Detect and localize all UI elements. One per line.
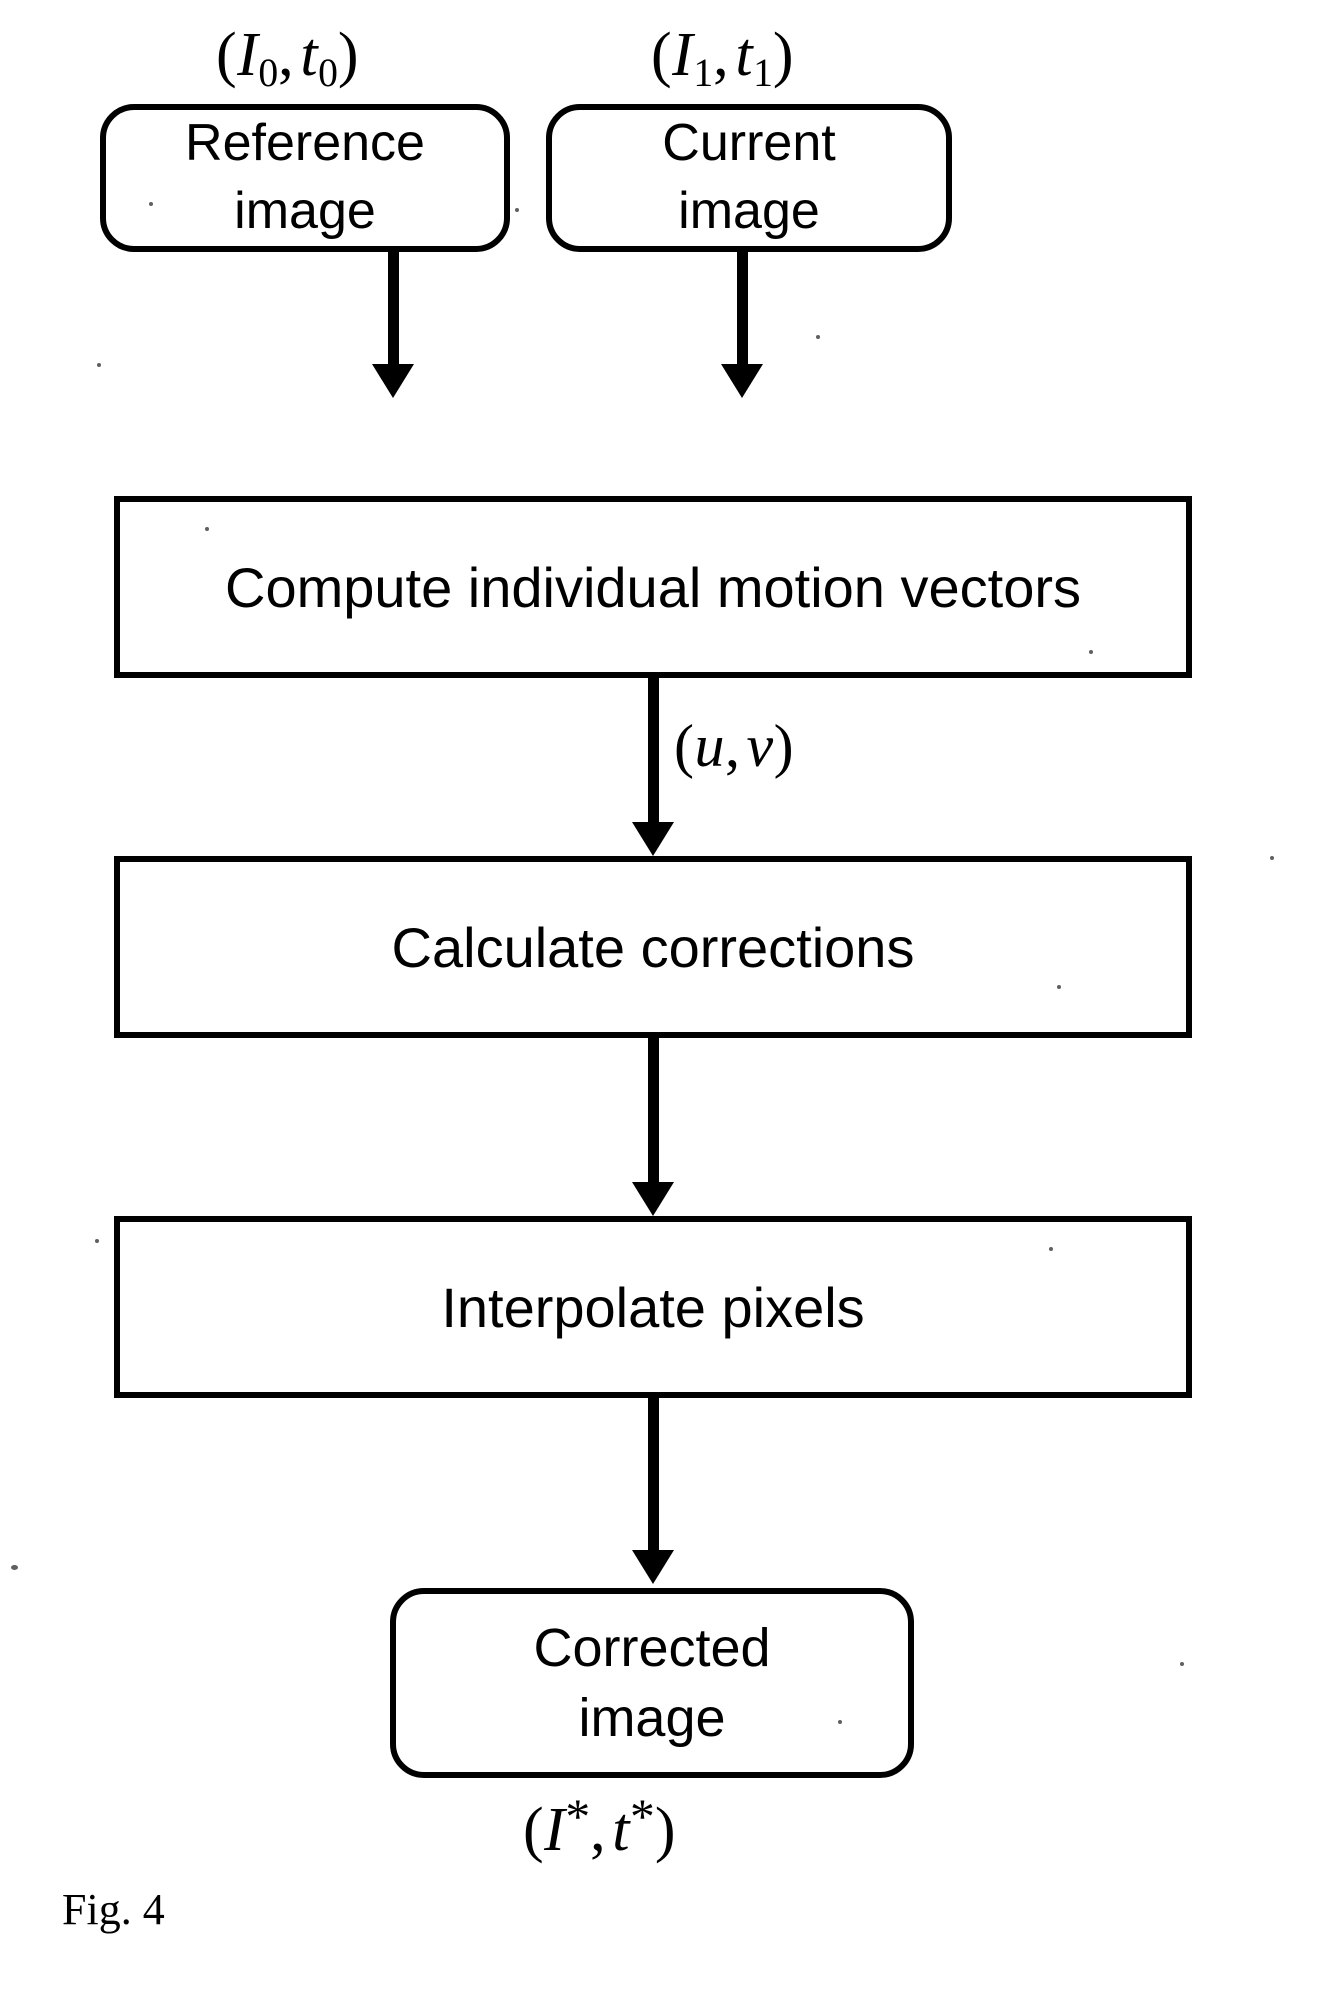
subscript-0: 0 <box>258 51 279 96</box>
var-t: t <box>612 1795 631 1864</box>
node-compute-motion-vectors-label: Compute individual motion vectors <box>225 555 1081 619</box>
node-interpolate-pixels[interactable]: Interpolate pixels <box>114 1216 1192 1398</box>
superscript-star-b: * <box>630 1789 655 1844</box>
scan-speck <box>1089 650 1093 654</box>
scan-speck <box>205 527 209 531</box>
node-calculate-corrections[interactable]: Calculate corrections <box>114 856 1192 1038</box>
figure-canvas: (I0,t0) (I1,t1) Reference image Current … <box>0 0 1319 1996</box>
paren-close: ) <box>773 713 795 779</box>
var-I: I <box>672 21 694 89</box>
node-reference-image-line1: Reference <box>185 114 425 173</box>
scan-speck <box>515 208 519 212</box>
scan-speck <box>95 1239 99 1243</box>
subscript-0b: 0 <box>318 51 338 96</box>
node-current-image-line1: Current <box>662 114 836 173</box>
arrow-head <box>372 364 414 398</box>
node-corrected-image-line1: Corrected <box>533 1617 771 1678</box>
figure-caption: Fig. 4 <box>62 1885 165 1934</box>
arrow-shaft <box>647 1398 659 1552</box>
var-v: v <box>746 713 774 779</box>
scan-speck <box>1270 856 1274 860</box>
comma: , <box>724 713 741 779</box>
scan-speck <box>149 202 153 206</box>
var-t: t <box>735 21 754 89</box>
node-reference-image-line2: image <box>234 182 376 240</box>
scan-speck <box>97 363 101 367</box>
var-u: u <box>694 713 725 779</box>
arrow-current-to-compute <box>720 252 764 398</box>
arrow-interpolate-to-corrected <box>631 1398 675 1584</box>
paren-open: ( <box>674 713 695 779</box>
scan-speck <box>816 335 820 339</box>
comma: , <box>278 21 295 89</box>
subscript-1b: 1 <box>753 51 773 96</box>
node-compute-motion-vectors[interactable]: Compute individual motion vectors <box>114 496 1192 678</box>
arrow-shaft <box>387 252 399 366</box>
scan-speck <box>1057 985 1061 989</box>
paren-open: ( <box>216 21 238 89</box>
subscript-1: 1 <box>693 51 714 96</box>
arrow-head <box>632 1182 674 1216</box>
node-interpolate-pixels-label: Interpolate pixels <box>441 1275 865 1339</box>
comma: , <box>590 1795 607 1864</box>
var-I: I <box>237 21 259 89</box>
label-reference-image-io: (I0,t0) <box>216 24 359 94</box>
paren-open: ( <box>651 21 673 89</box>
arrow-head <box>632 822 674 856</box>
superscript-star: * <box>565 1789 591 1844</box>
scan-speck <box>838 1720 842 1724</box>
arrow-shaft <box>647 1038 659 1184</box>
arrow-calculate-to-interpolate <box>631 1038 675 1216</box>
label-motion-vector-uv: (u, v) <box>674 716 794 776</box>
label-current-image-io: (I1,t1) <box>651 24 794 94</box>
arrow-compute-to-calculate <box>631 678 675 856</box>
arrow-head <box>632 1550 674 1584</box>
scan-speck <box>11 1565 18 1570</box>
node-corrected-image-line2: image <box>578 1688 726 1748</box>
label-corrected-image-io: (I*,t*) <box>523 1792 676 1861</box>
paren-close: ) <box>772 21 795 89</box>
node-calculate-corrections-label: Calculate corrections <box>391 915 915 979</box>
paren-close: ) <box>654 1795 676 1864</box>
node-current-image-line2: image <box>678 182 820 240</box>
arrow-reference-to-compute <box>371 252 415 398</box>
paren-close: ) <box>337 21 360 89</box>
scan-speck <box>1180 1662 1184 1666</box>
scan-speck <box>1049 1247 1053 1251</box>
arrow-shaft <box>736 252 748 366</box>
var-I: I <box>544 1795 566 1864</box>
arrow-head <box>721 364 763 398</box>
arrow-shaft <box>647 678 659 824</box>
comma: , <box>713 21 730 89</box>
paren-open: ( <box>523 1795 545 1864</box>
node-reference-image[interactable]: Reference image <box>100 104 510 252</box>
node-current-image[interactable]: Current image <box>546 104 952 252</box>
node-corrected-image[interactable]: Corrected image <box>390 1588 914 1778</box>
var-t: t <box>300 21 319 89</box>
